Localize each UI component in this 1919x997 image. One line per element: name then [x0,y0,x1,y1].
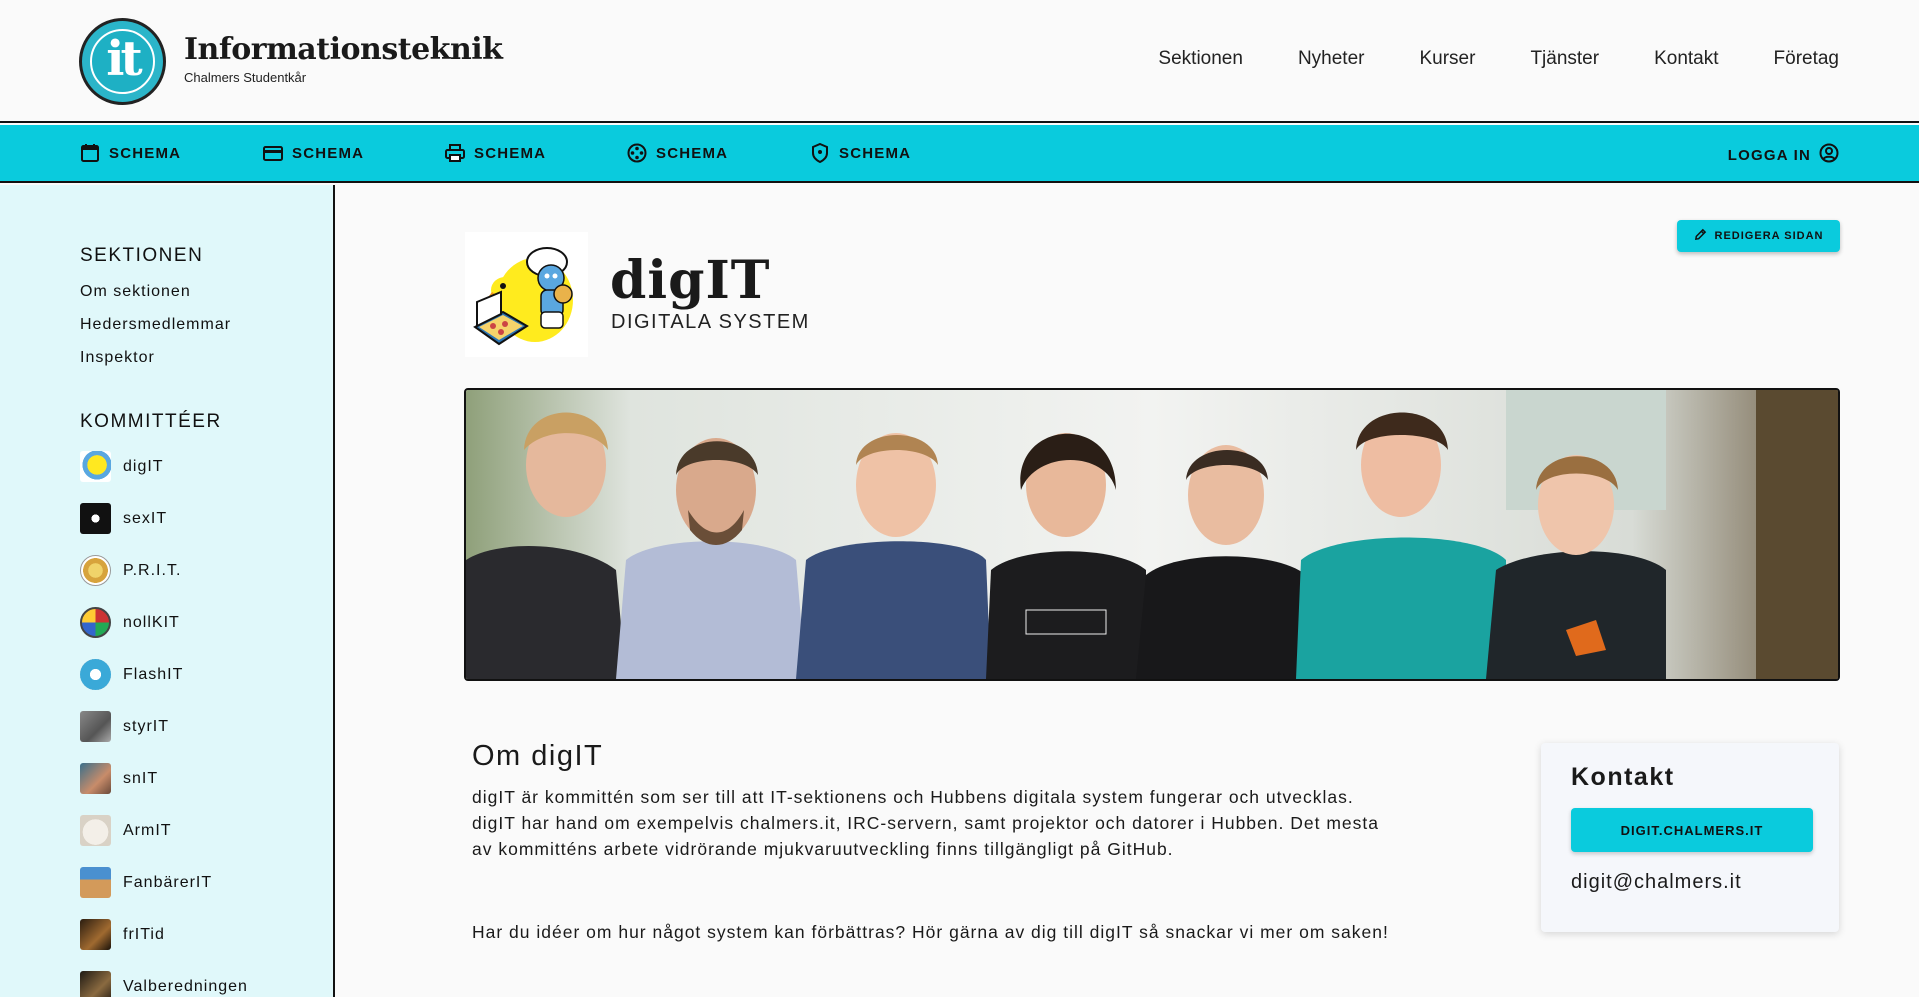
contact-card: Kontakt DIGIT.CHALMERS.IT digit@chalmers… [1541,743,1839,932]
group-photo [464,388,1840,681]
schema-bar: SCHEMA SCHEMA SCHEMA SCHEMA SCHEMA LOGGA… [0,125,1919,183]
valberedningen-avatar [80,971,111,997]
nav-kurser[interactable]: Kurser [1419,48,1475,70]
it-logo[interactable]: it [79,18,166,105]
login-label: LOGGA IN [1727,146,1811,164]
schema-label: SCHEMA [109,144,182,162]
sidebar-item-label: FlashIT [123,665,184,683]
sidebar: SEKTIONEN Om sektionen Hedersmedlemmar I… [0,185,335,997]
sidebar-item-label: snIT [123,769,159,787]
user-circle-icon [1819,143,1839,167]
site-title[interactable]: Informationsteknik [184,32,503,67]
sidebar-link-hedersmedlemmar[interactable]: Hedersmedlemmar [80,316,231,334]
contact-email[interactable]: digit@chalmers.it [1571,871,1742,894]
fanbarerit-avatar [80,867,111,898]
edit-page-button[interactable]: REDIGERA SIDAN [1677,220,1840,252]
shield-icon [810,143,830,163]
pencil-icon [1694,228,1707,244]
site-header: it Informationsteknik Chalmers Studentkå… [0,0,1919,123]
printer-icon [445,143,465,163]
fritid-avatar [80,919,111,950]
website-button[interactable]: DIGIT.CHALMERS.IT [1571,808,1813,852]
sidebar-item-label: FanbärerIT [123,873,213,891]
schema-label: SCHEMA [839,144,912,162]
nav-tjanster[interactable]: Tjänster [1530,48,1599,70]
sidebar-item-label: ArmIT [123,821,172,839]
nav-nyheter[interactable]: Nyheter [1298,48,1365,70]
edit-page-label: REDIGERA SIDAN [1714,230,1824,242]
styrit-avatar [80,711,111,742]
nav-sektionen[interactable]: Sektionen [1158,48,1243,70]
sidebar-item-valberedningen[interactable]: Valberedningen [80,971,248,997]
sidebar-item-sexit[interactable]: sexIT [80,503,167,534]
nav-kontakt[interactable]: Kontakt [1654,48,1718,70]
sidebar-heading-kommitteer: KOMMITTÉER [80,411,222,432]
sexit-avatar [80,503,111,534]
credit-card-icon [263,143,283,163]
nav-foretag[interactable]: Företag [1774,48,1839,70]
schema-link-3[interactable]: SCHEMA [445,143,546,163]
schema-label: SCHEMA [292,144,365,162]
digit-avatar [80,451,111,482]
sidebar-item-digit[interactable]: digIT [80,451,164,482]
sidebar-item-styrit[interactable]: styrIT [80,711,169,742]
sidebar-item-prit[interactable]: P.R.I.T. [80,555,181,586]
digit-logo [465,232,588,357]
contact-title: Kontakt [1571,763,1675,791]
sidebar-item-snit[interactable]: snIT [80,763,158,794]
schema-link-4[interactable]: SCHEMA [627,143,728,163]
calendar-icon [80,143,100,163]
sidebar-link-inspektor[interactable]: Inspektor [80,349,155,367]
sidebar-item-label: sexIT [123,509,168,527]
sidebar-item-nollkit[interactable]: nollKIT [80,607,180,638]
snit-avatar [80,763,111,794]
sidebar-item-flashit[interactable]: FlashIT [80,659,183,690]
armit-avatar [80,815,111,846]
sidebar-item-fritid[interactable]: frITid [80,919,165,950]
top-navigation: Sektionen Nyheter Kurser Tjänster Kontak… [1158,48,1839,70]
sidebar-heading-sektionen: SEKTIONEN [80,245,204,266]
schema-link-1[interactable]: SCHEMA [80,143,181,163]
sidebar-item-label: frITid [123,925,165,943]
sidebar-link-om-sektionen[interactable]: Om sektionen [80,283,191,301]
committee-subtitle: DIGITALA SYSTEM [611,311,810,333]
committee-title: digIT [610,250,771,311]
sidebar-item-fanbarerit[interactable]: FanbärerIT [80,867,212,898]
sidebar-item-label: nollKIT [123,613,180,631]
sidebar-item-label: Valberedningen [123,977,248,995]
schema-link-5[interactable]: SCHEMA [810,143,911,163]
flashit-avatar [80,659,111,690]
about-paragraph-1: digIT är kommittén som ser till att IT-s… [472,787,1379,859]
about-title: Om digIT [472,740,604,772]
site-subtitle: Chalmers Studentkår [184,70,307,85]
sidebar-item-label: P.R.I.T. [123,561,182,579]
schema-label: SCHEMA [656,144,729,162]
about-paragraph-2: Har du idéer om hur något system kan för… [472,922,1389,942]
prit-avatar [80,555,111,586]
logo-letters: it [106,31,142,87]
film-reel-icon [627,143,647,163]
nollkit-avatar [80,607,111,638]
sidebar-item-label: styrIT [123,717,169,735]
schema-link-2[interactable]: SCHEMA [263,143,364,163]
login-button[interactable]: LOGGA IN [1728,143,1839,167]
sidebar-item-armit[interactable]: ArmIT [80,815,172,846]
schema-label: SCHEMA [474,144,547,162]
sidebar-item-label: digIT [123,457,164,475]
